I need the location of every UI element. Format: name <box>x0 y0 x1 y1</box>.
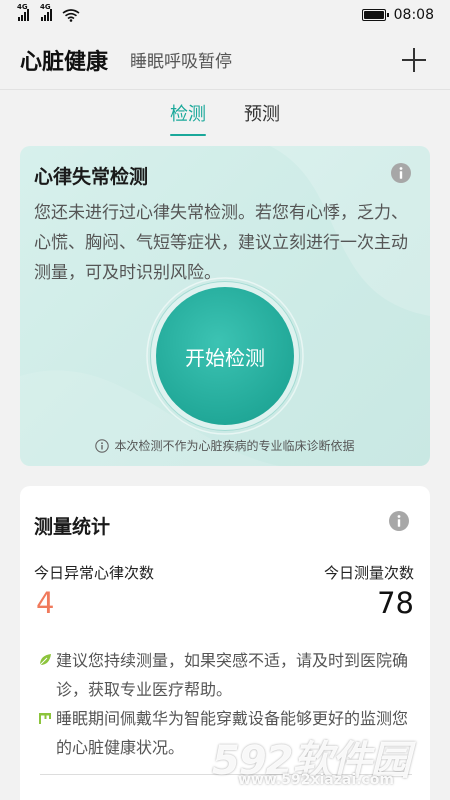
watermark-url: www.592xiazai.com <box>238 772 394 788</box>
plus-icon[interactable] <box>400 46 428 74</box>
tab-bar: 检测 预测 <box>0 100 450 136</box>
disclaimer-text: 本次检测不作为心脏疾病的专业临床诊断依据 <box>114 439 355 453</box>
clock: 08:08 <box>393 7 434 23</box>
abnormal-count-value: 4 <box>36 586 55 620</box>
signal-indicators: 4G 4G <box>17 3 80 22</box>
stats-title: 测量统计 <box>34 516 111 538</box>
flag-icon <box>39 713 51 724</box>
info-icon[interactable] <box>390 162 412 184</box>
watermark-logo: 592软件园 www.592xiazai.com <box>212 728 442 796</box>
tip-item: 建议您持续测量，如果突感不适，请及时到医院确诊，获取专业医疗帮助。 <box>38 646 418 704</box>
wifi-icon <box>62 8 80 22</box>
abnormal-count-label: 今日异常心律次数 <box>34 564 155 582</box>
leaf-icon <box>39 654 51 666</box>
measure-count-label: 今日测量次数 <box>323 564 414 582</box>
tab-detect[interactable]: 检测 <box>170 100 206 136</box>
signal-icon: 4G <box>17 3 29 21</box>
battery-icon <box>361 9 389 21</box>
signal-icon: 4G <box>40 3 52 21</box>
info-icon[interactable] <box>388 510 410 532</box>
info-outline-icon <box>95 438 110 453</box>
arrhythmia-title: 心律失常检测 <box>34 166 149 188</box>
arrhythmia-card: 心律失常检测 您还未进行过心律失常检测。若您有心悸，乏力、心慌、胸闷、气短等症状… <box>20 146 430 466</box>
app-header: 心脏健康 睡眠呼吸暂停 <box>0 30 450 90</box>
tip-text: 建议您持续测量，如果突感不适，请及时到医院确诊，获取专业医疗帮助。 <box>56 651 409 699</box>
sleep-apnea-link[interactable]: 睡眠呼吸暂停 <box>130 47 232 72</box>
network-type: 4G <box>17 3 28 11</box>
disclaimer: 本次检测不作为心脏疾病的专业临床诊断依据 <box>20 437 430 454</box>
measure-count-value: 78 <box>377 586 414 620</box>
start-detection-button[interactable]: 开始检测 <box>156 287 294 425</box>
status-bar: 4G 4G 08:08 <box>0 0 450 30</box>
arrhythmia-description: 您还未进行过心律失常检测。若您有心悸，乏力、心慌、胸闷、气短等症状，建议立刻进行… <box>34 203 408 283</box>
tab-predict[interactable]: 预测 <box>244 100 280 136</box>
page-title: 心脏健康 <box>20 49 109 75</box>
network-type: 4G <box>40 3 51 11</box>
